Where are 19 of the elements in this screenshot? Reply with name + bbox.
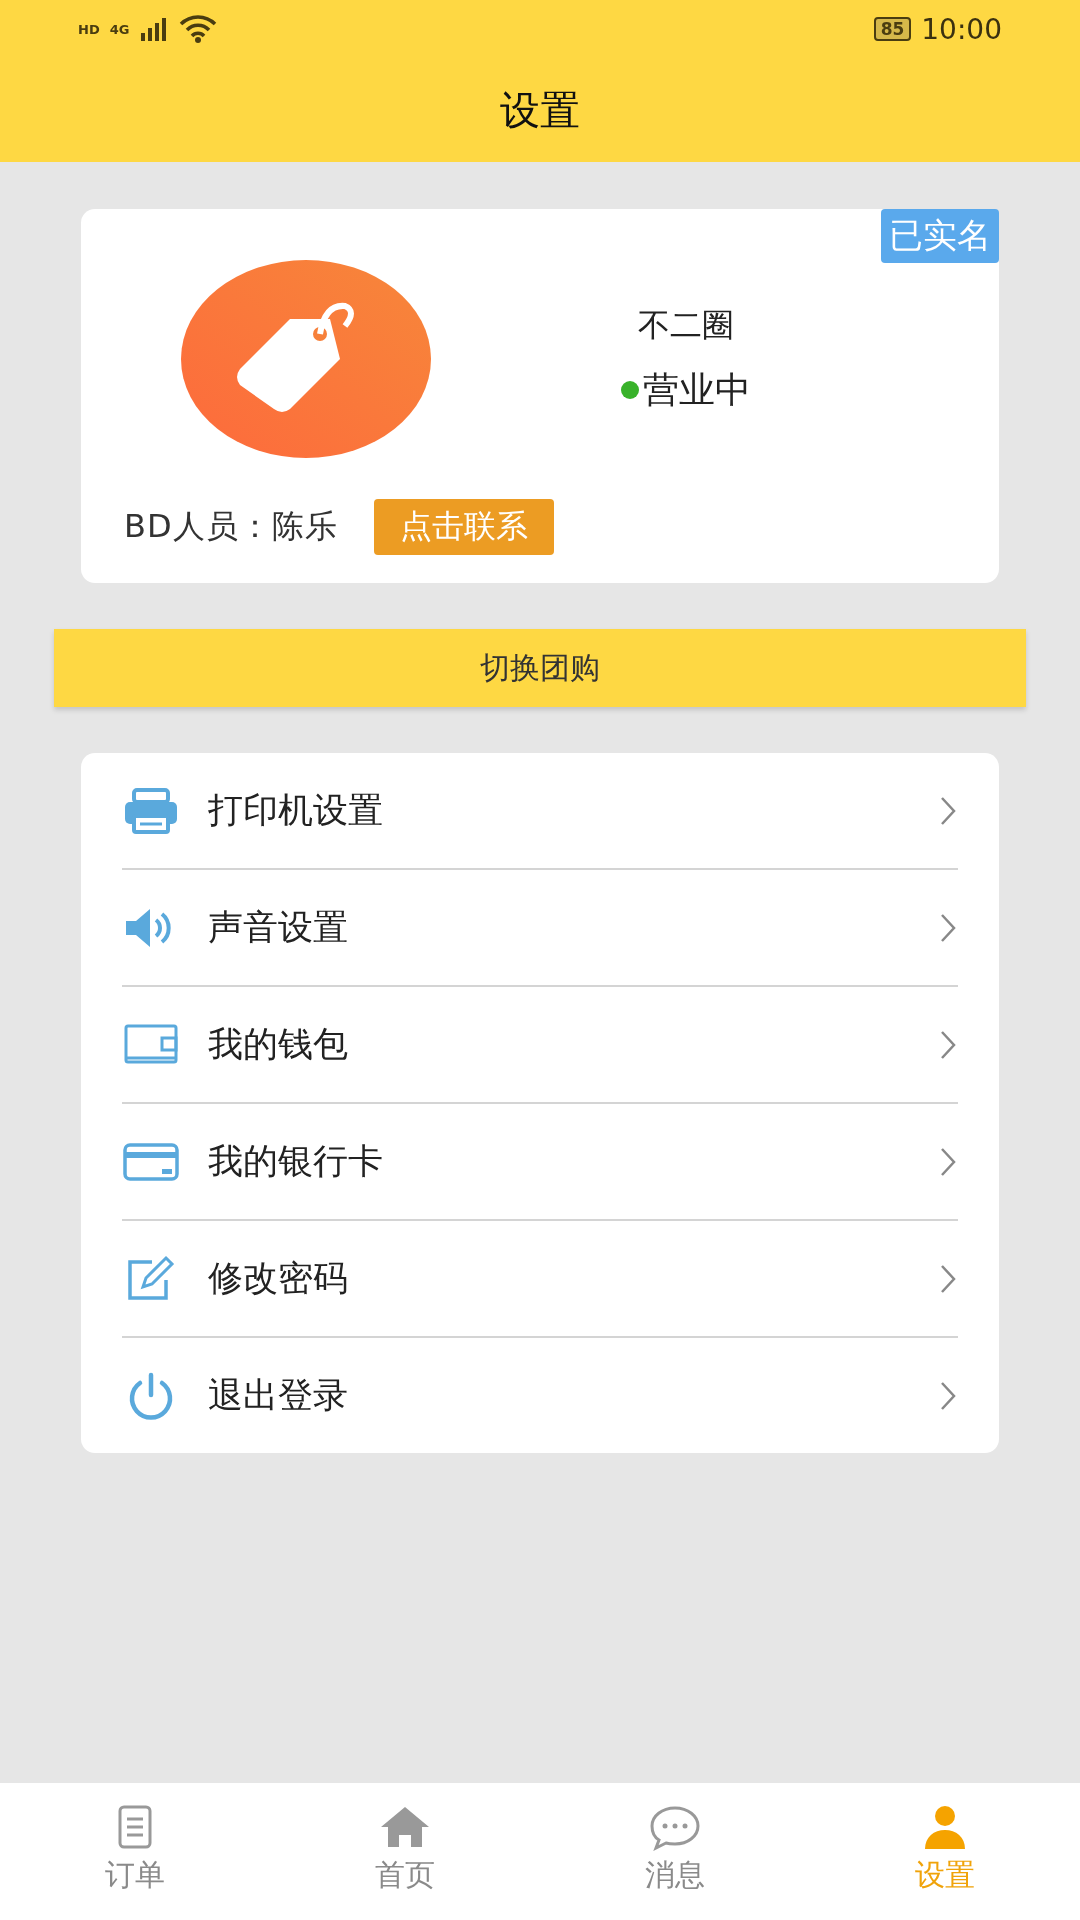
bd-contact-person: BD人员：陈乐: [124, 506, 338, 547]
network-type: 4G: [109, 21, 130, 37]
menu-item[interactable]: 声音设置: [208, 904, 910, 951]
hd-indicator: HD: [78, 21, 100, 37]
verified-badge: 已实名: [881, 209, 999, 263]
menu-item[interactable]: 我的银行卡: [208, 1138, 910, 1185]
menu-item[interactable]: 退出登录: [208, 1372, 910, 1419]
battery-level: 85: [873, 17, 912, 41]
wifi-icon: [179, 15, 218, 43]
store-name: 不二圈: [637, 304, 734, 346]
printer-icon: [122, 785, 180, 836]
menu-item[interactable]: 我的钱包: [208, 1021, 910, 1068]
page-title: 设置: [500, 85, 580, 135]
business-status: 营业中: [642, 367, 751, 412]
menu-item[interactable]: 修改密码: [208, 1255, 910, 1302]
clock: 10:00: [921, 12, 1002, 46]
menu-item[interactable]: 打印机设置: [208, 787, 910, 834]
tag-logo-icon: [180, 259, 432, 459]
switch-group-buy-button[interactable]: 切换团购: [54, 629, 1026, 707]
